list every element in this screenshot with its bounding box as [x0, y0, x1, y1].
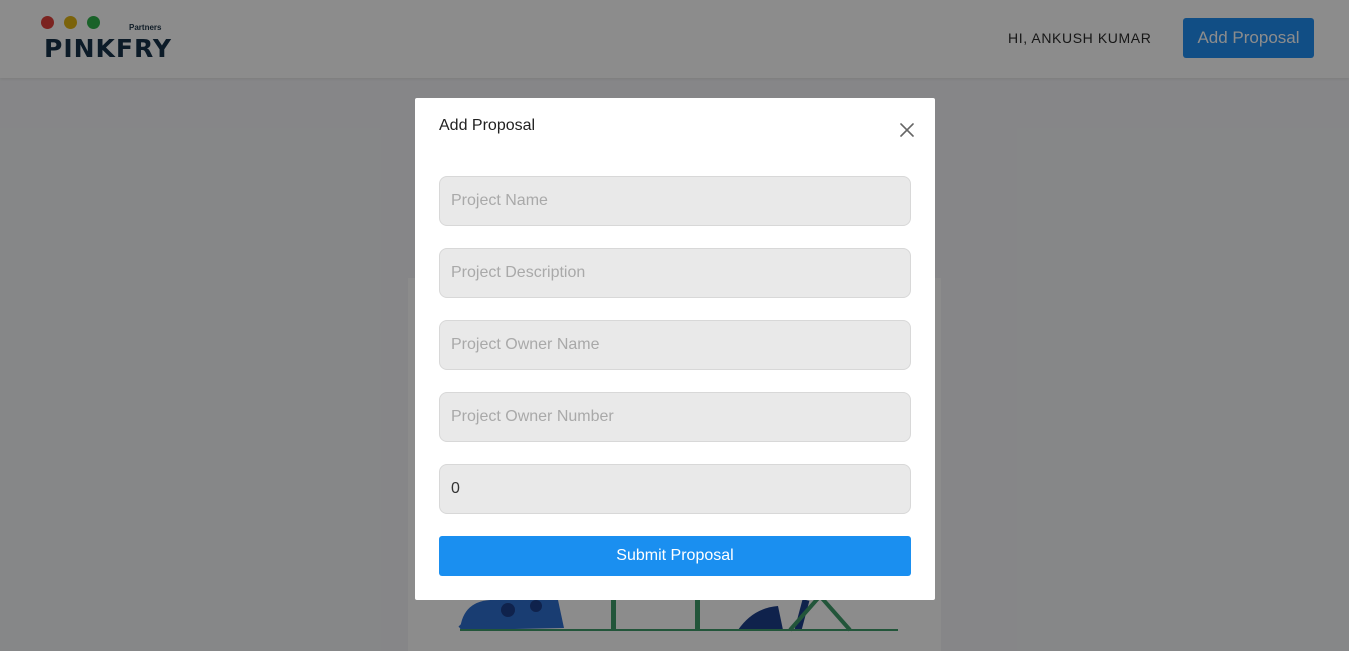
project-description-input[interactable]: [439, 248, 911, 298]
add-proposal-modal: Add Proposal Submit Proposal: [415, 98, 935, 600]
amount-input[interactable]: [439, 464, 911, 514]
project-owner-name-input[interactable]: [439, 320, 911, 370]
modal-title: Add Proposal: [439, 117, 536, 134]
submit-proposal-button[interactable]: Submit Proposal: [439, 536, 911, 576]
project-name-input[interactable]: [439, 176, 911, 226]
project-owner-number-input[interactable]: [439, 392, 911, 442]
page: Partners PINKFRY HI, ANKUSH KUMAR Add Pr…: [0, 0, 1349, 651]
close-icon[interactable]: [897, 120, 917, 140]
